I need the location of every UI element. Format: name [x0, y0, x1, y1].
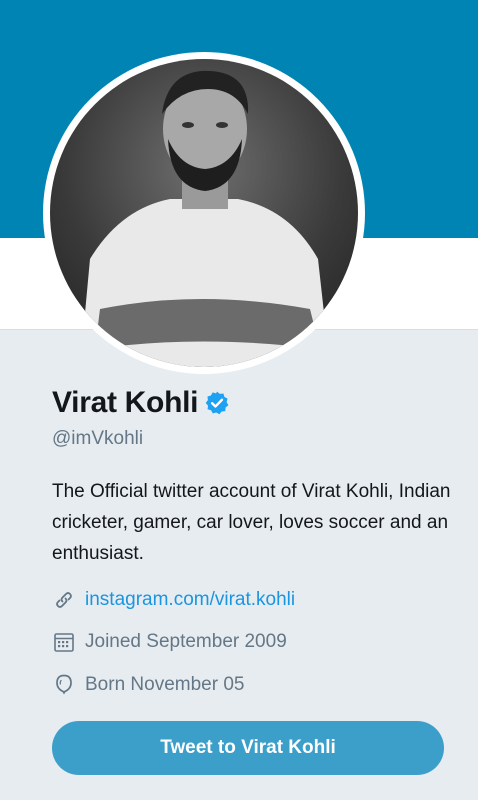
profile-name[interactable]: Virat Kohli [52, 386, 198, 420]
verified-badge-icon [205, 391, 229, 415]
avatar[interactable] [43, 52, 365, 374]
profile-birthday: Born November 05 [52, 673, 244, 697]
avatar-image [50, 59, 358, 367]
avatar-portrait-icon [80, 70, 330, 367]
profile-name-row: Virat Kohli [52, 386, 230, 420]
tweet-to-button[interactable]: Tweet to Virat Kohli [52, 721, 444, 775]
balloon-icon [56, 674, 72, 695]
profile-website: instagram.com/virat.kohli [52, 588, 295, 612]
profile-joined: Joined September 2009 [52, 630, 287, 654]
joined-text: Joined September 2009 [85, 631, 287, 652]
profile-handle[interactable]: @imVkohli [52, 428, 143, 450]
website-link[interactable]: instagram.com/virat.kohli [85, 589, 295, 611]
calendar-icon [54, 633, 74, 652]
link-icon [56, 592, 72, 608]
born-text: Born November 05 [85, 674, 245, 695]
profile-bio: The Official twitter account of Virat Ko… [52, 481, 451, 564]
